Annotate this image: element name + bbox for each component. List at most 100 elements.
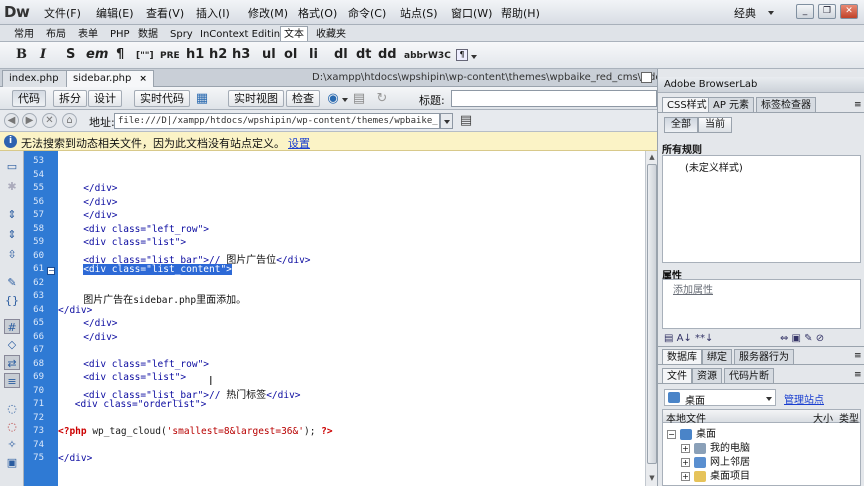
menu-format[interactable]: 格式(O) <box>298 5 337 21</box>
scroll-up-icon[interactable]: ▲ <box>647 152 657 162</box>
column-type[interactable]: 类型 <box>839 410 859 425</box>
close-icon[interactable]: × <box>139 74 147 84</box>
balance-braces-icon[interactable]: {} <box>4 293 20 308</box>
tree-item-network[interactable]: + 网上邻居 <box>681 453 750 468</box>
h2-button[interactable]: h2 <box>209 47 227 62</box>
tab-layout[interactable]: 布局 <box>42 26 70 41</box>
tab-spry[interactable]: Spry <box>166 26 197 41</box>
back-icon[interactable]: ◀ <box>4 113 19 128</box>
code-line[interactable]: <?php wp_tag_cloud('smallest=8&largest=3… <box>58 426 333 437</box>
code-line[interactable]: <div class="orderlist"> <box>75 399 207 410</box>
recent-snippets-icon[interactable]: ▣ <box>4 455 20 470</box>
menu-help[interactable]: 帮助(H) <box>501 5 540 21</box>
collapse-tag-icon[interactable]: ⇕ <box>4 207 20 222</box>
all-button[interactable]: 全部 <box>664 117 698 133</box>
manage-sites-link[interactable]: 管理站点 <box>784 391 824 406</box>
globe-icon[interactable]: ◉ <box>325 91 341 106</box>
code-line[interactable]: <div class="left_row"> <box>83 359 209 370</box>
panel-menu-icon[interactable]: ≡ <box>854 351 862 361</box>
workspace-switcher[interactable]: 经典 <box>734 5 756 21</box>
live-code-button[interactable]: 实时代码 <box>134 90 190 107</box>
dt-button[interactable]: dt <box>356 47 372 62</box>
code-line[interactable]: </div> <box>83 332 117 343</box>
word-wrap-icon[interactable]: ⇄ <box>4 355 20 370</box>
code-line[interactable]: <div class="list_content"> <box>83 264 232 275</box>
column-local-files[interactable]: 本地文件 <box>666 410 706 425</box>
restore-document-icon[interactable] <box>641 72 652 83</box>
ol-button[interactable]: ol <box>284 47 297 62</box>
tab-css-styles[interactable]: CSS样式 <box>662 97 712 112</box>
tab-incontext-editing[interactable]: InContext Editing <box>196 26 290 41</box>
code-editor[interactable]: </div> </div> </div> <div class="left_row">… <box>58 151 645 486</box>
remove-comment-icon[interactable]: ◌ <box>4 419 20 434</box>
tab-sidebar-php[interactable]: sidebar.php × <box>66 70 154 87</box>
collapse-icon[interactable]: − <box>47 267 55 275</box>
vertical-scrollbar[interactable]: ▲ ▼ <box>645 151 657 486</box>
dl-button[interactable]: dl <box>334 47 348 62</box>
add-property-link[interactable]: 添加属性 <box>673 281 713 296</box>
h1-button[interactable]: h1 <box>186 47 204 62</box>
code-line[interactable]: </div> <box>58 453 92 464</box>
column-size[interactable]: 大小 <box>813 410 833 425</box>
tab-bindings[interactable]: 绑定 <box>702 349 732 364</box>
menu-commands[interactable]: 命令(C) <box>348 5 386 21</box>
close-button[interactable]: ✕ <box>840 4 858 19</box>
title-field[interactable] <box>451 90 657 107</box>
menu-modify[interactable]: 修改(M) <box>248 5 288 21</box>
expander-icon[interactable]: + <box>681 457 690 467</box>
code-line[interactable]: </div> <box>83 318 117 329</box>
menu-site[interactable]: 站点(S) <box>400 5 438 21</box>
code-view-button[interactable]: 代码 <box>12 90 46 107</box>
live-view-button[interactable]: 实时视图 <box>228 90 284 107</box>
setup-link[interactable]: 设置 <box>288 137 310 150</box>
wrap-tag-icon[interactable]: ✧ <box>4 437 20 452</box>
characters-icon[interactable]: ¶ <box>456 49 468 61</box>
abbr-button[interactable]: abbr <box>404 51 427 61</box>
refresh-icon[interactable]: ↻ <box>374 91 390 106</box>
italic-button[interactable]: I <box>40 47 46 62</box>
tab-databases[interactable]: 数据库 <box>662 349 702 364</box>
collapse-selection-icon[interactable]: ⇕ <box>4 227 20 242</box>
ul-button[interactable]: ul <box>262 47 276 62</box>
tab-common[interactable]: 常用 <box>10 26 38 41</box>
tree-item-desktop-items[interactable]: + 桌面项目 <box>681 467 750 482</box>
code-line[interactable]: <div class="list"> <box>83 372 186 383</box>
strong-button[interactable]: S <box>66 47 75 62</box>
minimize-button[interactable]: _ <box>796 4 814 19</box>
scroll-down-icon[interactable]: ▼ <box>647 473 657 483</box>
code-line[interactable]: <div class="list"> <box>83 237 186 248</box>
address-input[interactable]: file:///D|/xampp/htdocs/wpshipin/wp-cont… <box>114 113 440 129</box>
design-view-button[interactable]: 设计 <box>88 90 122 107</box>
tree-item-my-computer[interactable]: + 我的电脑 <box>681 439 750 454</box>
highlight-invalid-code-icon[interactable]: ◇ <box>4 337 20 352</box>
browserlab-panel-header[interactable]: Adobe BrowserLab <box>658 77 864 93</box>
panel-menu-icon[interactable]: ≡ <box>854 370 862 380</box>
split-view-button[interactable]: 拆分 <box>53 90 87 107</box>
properties-list[interactable]: 添加属性 <box>662 279 861 329</box>
syntax-coloring-icon[interactable]: ≡ <box>4 373 20 388</box>
rules-list[interactable]: (未定义样式) <box>662 155 861 263</box>
em-button[interactable]: em <box>86 47 108 62</box>
blockquote-button[interactable]: [""] <box>136 51 154 61</box>
menu-file[interactable]: 文件(F) <box>44 5 81 21</box>
tab-snippets[interactable]: 代码片断 <box>724 368 774 383</box>
tab-forms[interactable]: 表单 <box>74 26 102 41</box>
scroll-thumb[interactable] <box>647 164 657 464</box>
code-line[interactable]: </div> <box>83 183 117 194</box>
pre-button[interactable]: PRE <box>160 51 180 61</box>
rule-action-icons[interactable]: ⇔ ▣ ✎ ⊘ <box>780 333 824 344</box>
files-tree[interactable]: 本地文件 大小 类型 − 桌面 + 我的电脑 + 网上邻居 + 桌面项目 <box>662 409 861 486</box>
li-button[interactable]: li <box>309 47 318 62</box>
tab-tag-inspector[interactable]: 标签检查器 <box>756 97 816 112</box>
tab-files[interactable]: 文件 <box>662 368 692 383</box>
expand-all-icon[interactable]: ⇳ <box>4 247 20 262</box>
tab-text[interactable]: 文本 <box>280 26 308 41</box>
inspect-button[interactable]: 检查 <box>286 90 320 107</box>
tab-php[interactable]: PHP <box>106 26 134 41</box>
forward-icon[interactable]: ▶ <box>22 113 37 128</box>
expander-icon[interactable]: + <box>681 471 690 481</box>
w3c-acronym-button[interactable]: W3C <box>428 51 451 61</box>
tab-favorites[interactable]: 收藏夹 <box>312 26 350 41</box>
open-documents-icon[interactable]: ▭ <box>4 159 20 174</box>
view-mode-icons[interactable]: ▤ A↓ **↓ <box>664 333 713 344</box>
